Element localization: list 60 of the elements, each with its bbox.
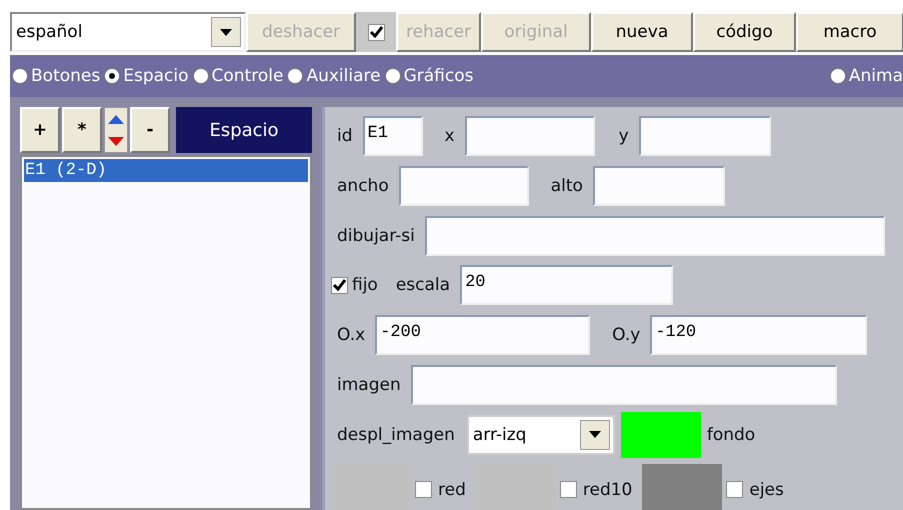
- checkbox-label: ejes: [749, 480, 784, 500]
- color-swatch[interactable]: [620, 412, 701, 458]
- caret-icon: [220, 28, 232, 36]
- color-swatch[interactable]: [642, 464, 722, 510]
- input-field[interactable]: -120: [650, 315, 868, 356]
- checkbox-label: fijo: [352, 275, 378, 296]
- radio-label[interactable]: Controle: [212, 66, 284, 86]
- field-label: O.x: [337, 325, 366, 346]
- move-buttons[interactable]: [104, 107, 128, 153]
- list-item[interactable]: E1 (2-D): [24, 159, 308, 182]
- checkbox[interactable]: [368, 24, 384, 40]
- toolbar-button[interactable]: código: [693, 12, 796, 52]
- input-field[interactable]: -200: [375, 315, 590, 356]
- down-arrow-icon: [108, 136, 124, 146]
- field-label: ancho: [337, 176, 389, 196]
- checkbox-label: red10: [582, 480, 632, 500]
- caret-icon: [588, 431, 601, 438]
- field-label: alto: [550, 176, 583, 196]
- field-label: O.y: [612, 325, 640, 346]
- language-select[interactable]: español: [10, 12, 246, 52]
- input-field[interactable]: [398, 166, 529, 206]
- duplicate-button[interactable]: *: [62, 107, 102, 153]
- up-arrow-icon: [108, 114, 124, 124]
- radio-button[interactable]: [192, 68, 209, 84]
- radio-button[interactable]: [830, 68, 846, 84]
- input-field[interactable]: [592, 166, 725, 206]
- radio-button[interactable]: [12, 68, 28, 84]
- checkbox[interactable]: [415, 481, 432, 498]
- field-label: despl_imagen: [337, 424, 455, 445]
- toolbar-button[interactable]: macro: [796, 12, 903, 52]
- field-label: imagen: [337, 375, 401, 396]
- input-field[interactable]: E1: [362, 116, 423, 156]
- remove-button[interactable]: -: [130, 107, 170, 153]
- field-label: id: [337, 126, 353, 146]
- field-label: x: [444, 126, 455, 146]
- input-field[interactable]: 20: [460, 265, 674, 306]
- radio-button[interactable]: [287, 68, 304, 84]
- field-label: escala: [396, 275, 450, 296]
- radio-label[interactable]: Espacio: [123, 66, 189, 86]
- input-field[interactable]: [464, 116, 595, 156]
- dropdown[interactable]: arr-izq: [466, 414, 615, 455]
- toolbar-button[interactable]: nueva: [591, 12, 693, 52]
- input-field[interactable]: [410, 365, 837, 406]
- input-field[interactable]: [638, 116, 771, 156]
- radio-label[interactable]: Anima: [848, 66, 903, 86]
- field-label: dibujar-si: [337, 226, 415, 246]
- radio-button[interactable]: [384, 68, 401, 84]
- checkbox[interactable]: [560, 481, 577, 498]
- radio-button[interactable]: [104, 68, 120, 84]
- input-field[interactable]: [424, 216, 885, 256]
- radio-label[interactable]: Gráficos: [404, 66, 474, 86]
- radio-label[interactable]: Auxiliare: [306, 66, 381, 86]
- checkbox[interactable]: [331, 276, 348, 294]
- checkbox[interactable]: [726, 481, 744, 498]
- radio-label[interactable]: Botones: [31, 66, 100, 86]
- add-button[interactable]: +: [20, 107, 60, 153]
- checkbox-label: red: [438, 480, 466, 500]
- swatch-label: fondo: [706, 424, 756, 445]
- field-label: y: [618, 126, 629, 146]
- panel-title: Espacio: [176, 107, 312, 153]
